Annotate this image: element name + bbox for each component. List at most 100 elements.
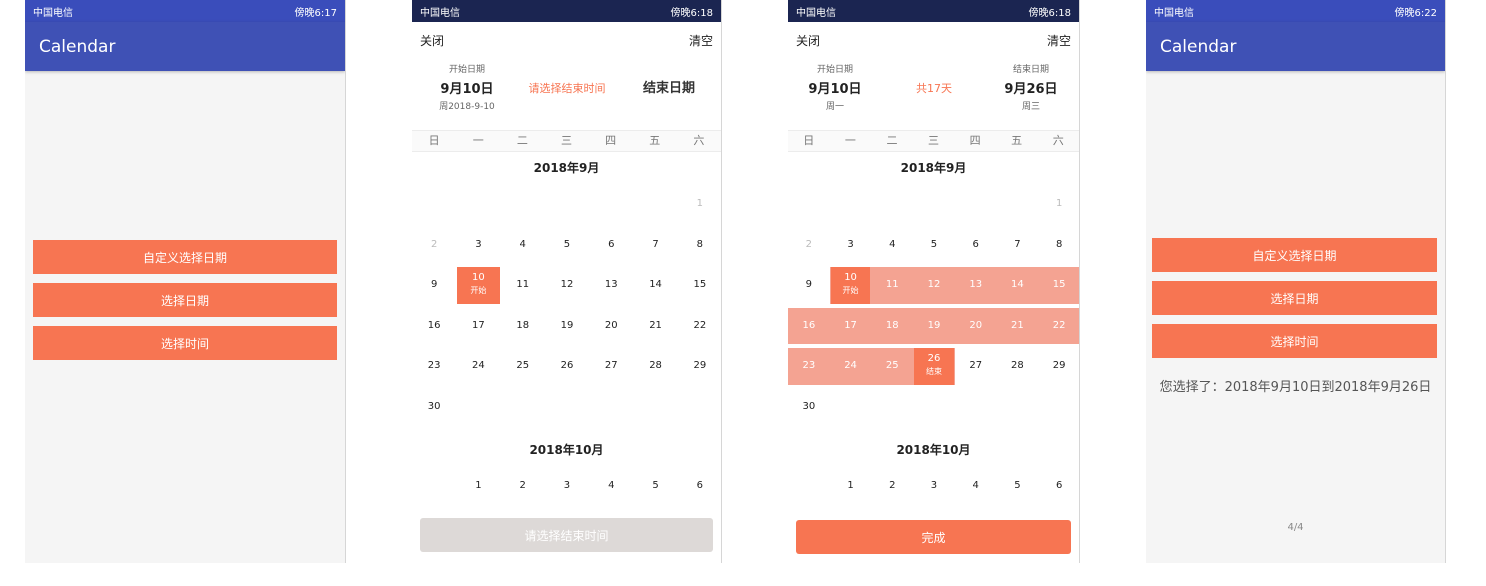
status-bar: 中国电信 傍晚6:17 (25, 0, 345, 22)
day-cell[interactable]: 19 (545, 320, 589, 331)
day-cell[interactable]: 24 (830, 360, 872, 371)
day-cell[interactable]: 3 (545, 480, 589, 491)
month-title: 2018年10月 (896, 443, 971, 457)
day-cell[interactable]: 3 (913, 480, 955, 491)
day-cell[interactable]: 4 (589, 480, 633, 491)
start-week: 周一 (825, 102, 844, 112)
day-cell[interactable]: 4 (501, 239, 545, 250)
weekday-label: 六 (693, 134, 705, 147)
custom-date-button[interactable]: 自定义选择日期 (33, 240, 337, 274)
day-cell[interactable]: 4 (871, 239, 913, 250)
day-cell[interactable]: 30 (412, 401, 456, 412)
status-bar: 中国电信 傍晚6:22 (1146, 0, 1445, 22)
day-cell[interactable]: 26 (545, 360, 589, 371)
clear-button[interactable]: 清空 (1047, 32, 1071, 49)
day-cell[interactable]: 1 (830, 480, 872, 491)
day-cell[interactable]: 12 (545, 279, 589, 290)
day-cell[interactable]: 2 (871, 480, 913, 491)
day-cell[interactable]: 14 (633, 279, 677, 290)
day-cell[interactable]: 14 (997, 279, 1039, 290)
day-cell[interactable]: 3 (830, 239, 872, 250)
end-week: 周三 (1021, 102, 1040, 112)
day-cell[interactable]: 27 (589, 360, 633, 371)
day-cell[interactable]: 21 (633, 320, 677, 331)
day-cell[interactable]: 6 (678, 480, 721, 491)
day-cell[interactable]: 17 (830, 320, 872, 331)
day-cell[interactable]: 5 (997, 480, 1039, 491)
weekday-label: 四 (605, 134, 617, 147)
day-cell[interactable]: 9 (412, 279, 456, 290)
month-title: 2018年10月 (529, 443, 604, 457)
select-date-button[interactable]: 选择日期 (1152, 281, 1437, 315)
day-cell[interactable]: 1 (1038, 198, 1079, 209)
done-button[interactable]: 完成 (796, 520, 1071, 554)
day-cell[interactable]: 20 (955, 320, 997, 331)
day-cell[interactable]: 30 (788, 401, 830, 412)
day-cell[interactable]: 3 (456, 239, 500, 250)
day-cell[interactable]: 13 (589, 279, 633, 290)
day-cell[interactable]: 24 (456, 360, 500, 371)
day-cell-end[interactable]: 26 结束 (914, 348, 954, 385)
day-cell[interactable]: 27 (955, 360, 997, 371)
day-cell[interactable]: 1 (456, 480, 500, 491)
selection-header: 开始日期 9月10日 周一 共17天 结束日期 9月26日 周三 (788, 58, 1079, 130)
day-cell[interactable]: 9 (788, 279, 830, 290)
end-label: 结束日期 (1012, 65, 1049, 75)
day-cell[interactable]: 18 (871, 320, 913, 331)
day-cell[interactable]: 5 (633, 480, 677, 491)
day-cell[interactable]: 18 (501, 320, 545, 331)
day-cell[interactable]: 8 (1038, 239, 1079, 250)
day-cell[interactable]: 19 (913, 320, 955, 331)
day-cell[interactable]: 15 (1038, 279, 1079, 290)
select-date-button[interactable]: 选择日期 (33, 283, 337, 317)
day-cell[interactable]: 1 (678, 198, 721, 209)
day-cell[interactable]: 2 (501, 480, 545, 491)
day-cell[interactable]: 28 (997, 360, 1039, 371)
clock-label: 傍晚6:22 (1394, 7, 1437, 19)
day-cell[interactable]: 16 (412, 320, 456, 331)
day-cell[interactable]: 21 (997, 320, 1039, 331)
month-grid: 1 2 3 4 5 6 7 8 9 10 开始 11 12 13 14 15 16 17 18 19 20 21 22 23 2… (788, 184, 1079, 434)
day-cell[interactable]: 11 (501, 279, 545, 290)
day-cell[interactable]: 5 (545, 239, 589, 250)
day-cell[interactable]: 5 (913, 239, 955, 250)
day-cell[interactable]: 29 (1038, 360, 1079, 371)
close-button[interactable]: 关闭 (420, 32, 444, 49)
day-cell[interactable]: 28 (633, 360, 677, 371)
day-cell[interactable]: 7 (633, 239, 677, 250)
day-cell[interactable]: 20 (589, 320, 633, 331)
custom-date-button[interactable]: 自定义选择日期 (1152, 238, 1437, 272)
close-button[interactable]: 关闭 (796, 32, 820, 49)
day-cell[interactable]: 16 (788, 320, 830, 331)
day-cell[interactable]: 29 (678, 360, 721, 371)
day-cell[interactable]: 25 (871, 360, 913, 371)
day-cell-start[interactable]: 10 开始 (830, 267, 871, 304)
day-cell[interactable]: 6 (955, 239, 997, 250)
select-date-button-label: 选择日期 (160, 293, 209, 308)
start-label: 开始日期 (448, 65, 485, 75)
day-cell[interactable]: 4 (955, 480, 997, 491)
day-cell[interactable]: 22 (678, 320, 721, 331)
day-cell[interactable]: 2 (412, 239, 456, 250)
day-cell[interactable]: 23 (788, 360, 830, 371)
day-cell[interactable]: 25 (501, 360, 545, 371)
day-cell-start[interactable]: 10 开始 (457, 267, 500, 304)
day-cell[interactable]: 17 (456, 320, 500, 331)
weekday-label: 日 (803, 134, 815, 147)
day-cell[interactable]: 13 (955, 279, 997, 290)
day-cell[interactable]: 22 (1038, 320, 1079, 331)
day-cell[interactable]: 12 (913, 279, 955, 290)
day-cell[interactable]: 15 (678, 279, 721, 290)
clear-button[interactable]: 清空 (689, 32, 713, 49)
day-cell[interactable]: 7 (997, 239, 1039, 250)
day-cell[interactable]: 8 (678, 239, 721, 250)
day-cell[interactable]: 2 (788, 239, 830, 250)
day-cell[interactable]: 11 (871, 279, 913, 290)
select-time-button[interactable]: 选择时间 (33, 326, 337, 360)
day-cell[interactable]: 23 (412, 360, 456, 371)
screen-picker-range-selected: 中国电信 傍晚6:18 关闭 清空 开始日期 9月10日 周一 共17天 结束日… (788, 0, 1080, 563)
submit-button[interactable]: 请选择结束时间 (420, 518, 713, 552)
select-time-button[interactable]: 选择时间 (1152, 324, 1437, 358)
day-cell[interactable]: 6 (1038, 480, 1079, 491)
day-cell[interactable]: 6 (589, 239, 633, 250)
